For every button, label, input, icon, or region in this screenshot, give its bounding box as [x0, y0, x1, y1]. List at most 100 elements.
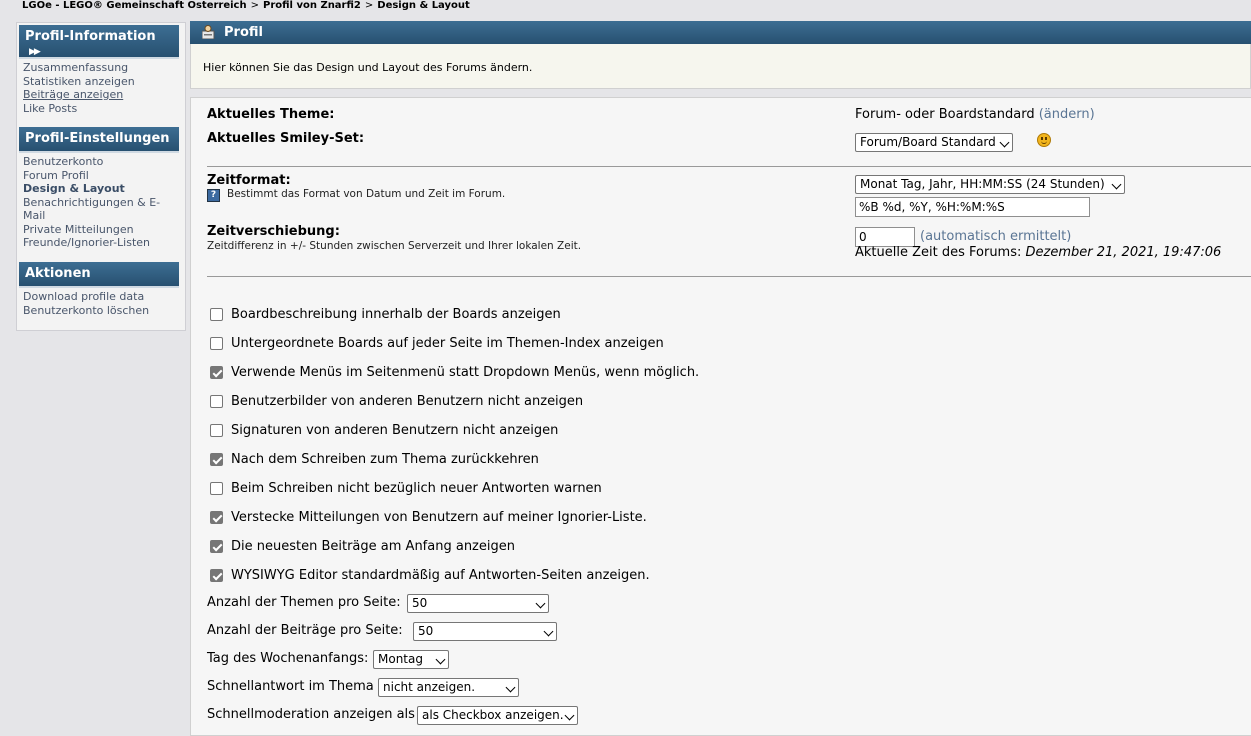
time-offset-input[interactable]: 0	[855, 227, 915, 247]
checkbox-label: Untergeordnete Boards auf jeder Seite im…	[231, 336, 664, 351]
option-label: Schnellmoderation anzeigen als	[207, 707, 415, 722]
chevron-down-icon	[505, 682, 516, 693]
checkbox-label: WYSIWYG Editor standardmäßig auf Antwort…	[231, 568, 650, 583]
checkbox-label: Verwende Menüs im Seitenmenü statt Dropd…	[231, 365, 700, 380]
double-arrow-icon[interactable]: ▶▶	[29, 47, 41, 57]
checkbox-label: Verstecke Mitteilungen von Benutzern auf…	[231, 510, 647, 525]
help-icon[interactable]: ?	[207, 189, 220, 202]
checkbox-label: Nach dem Schreiben zum Thema zurückkehre…	[231, 452, 539, 467]
sidebar-item-show-posts[interactable]: Beiträge anzeigen	[23, 88, 135, 102]
sidebar-item-design-layout[interactable]: Design & Layout	[23, 182, 160, 196]
sidebar-section-title: Profil-Einstellungen	[25, 131, 170, 146]
panel-description: Hier können Sie das Design und Layout de…	[190, 44, 1251, 89]
checkbox-label: Signaturen von anderen Benutzern nicht a…	[231, 423, 559, 438]
panel-title: Profil	[224, 25, 263, 40]
sidebar-item-private-messages[interactable]: Private Mitteilungen	[23, 223, 160, 237]
sidebar-list-profile-settings: Benutzerkonto Forum Profil Design & Layo…	[23, 155, 160, 250]
chevron-down-icon	[1111, 179, 1122, 190]
time-format-label: Zeitformat:	[207, 173, 291, 188]
change-theme-link[interactable]: (ändern)	[1039, 107, 1095, 122]
checkbox[interactable]	[210, 424, 223, 437]
theme-label: Aktuelles Theme:	[207, 107, 335, 122]
breadcrumb-profile[interactable]: Profil von Znarfi2	[263, 0, 361, 11]
smiley-icon	[1037, 133, 1051, 147]
sidebar-item-download-profile[interactable]: Download profile data	[23, 290, 149, 304]
checkbox-label: Boardbeschreibung innerhalb der Boards a…	[231, 307, 561, 322]
checkbox-label: Die neuesten Beiträge am Anfang anzeigen	[231, 539, 515, 554]
chevron-down-icon	[999, 137, 1010, 148]
sidebar-list-profile-information: Zusammenfassung Statistiken anzeigen Bei…	[23, 61, 135, 115]
checkbox[interactable]	[210, 540, 223, 553]
sidebar-item-forum-profile[interactable]: Forum Profil	[23, 169, 160, 183]
chevron-down-icon	[543, 626, 554, 637]
option-row: Schnellmoderation anzeigen als als Checkb…	[207, 706, 578, 725]
option-select[interactable]: als Checkbox anzeigen.	[417, 706, 578, 725]
option-selected: nicht anzeigen.	[383, 680, 476, 694]
current-forum-time: Aktuelle Zeit des Forums: Dezember 21, 2…	[855, 245, 1221, 260]
option-select[interactable]: nicht anzeigen.	[378, 678, 519, 697]
checkbox[interactable]	[210, 453, 223, 466]
option-select[interactable]: 50	[413, 622, 557, 641]
time-format-input-value: %B %d, %Y, %H:%M:%S	[859, 200, 1005, 214]
profile-sidebar: Profil-Information ▶▶ Zusammenfassung St…	[16, 22, 186, 331]
time-format-select[interactable]: Monat Tag, Jahr, HH:MM:SS (24 Stunden)	[855, 175, 1125, 194]
sidebar-section-profile-information: Profil-Information ▶▶	[19, 25, 179, 59]
checkbox-label: Beim Schreiben nicht bezüglich neuer Ant…	[231, 481, 602, 496]
settings-form: Aktuelles Theme: Forum- oder Boardstanda…	[190, 97, 1251, 736]
option-label: Tag des Wochenanfangs:	[207, 651, 369, 666]
checkbox[interactable]	[210, 482, 223, 495]
option-selected: 50	[418, 624, 434, 638]
profile-icon	[202, 25, 215, 39]
checkbox[interactable]	[210, 569, 223, 582]
divider	[207, 276, 1251, 277]
current-forum-time-value: Dezember 21, 2021, 19:47:06	[1025, 245, 1222, 260]
time-offset-label: Zeitverschiebung:	[207, 224, 340, 239]
option-selected: als Checkbox anzeigen.	[422, 708, 564, 722]
theme-value-text: Forum- oder Boardstandard	[855, 107, 1035, 122]
sidebar-item-statistics[interactable]: Statistiken anzeigen	[23, 75, 135, 89]
breadcrumb-forum[interactable]: LGOe - LEGO® Gemeinschaft Österreich	[22, 0, 247, 11]
sidebar-item-buddy-ignore-lists[interactable]: Freunde/Ignorier-Listen	[23, 236, 160, 250]
smiley-set-label: Aktuelles Smiley-Set:	[207, 131, 365, 146]
smiley-set-select[interactable]: Forum/Board Standard	[855, 133, 1013, 152]
sidebar-item-like-posts[interactable]: Like Posts	[23, 102, 135, 116]
option-select[interactable]: Montag	[373, 650, 449, 669]
auto-detect-link[interactable]: (automatisch ermittelt)	[920, 229, 1071, 244]
panel-description-text: Hier können Sie das Design und Layout de…	[203, 61, 533, 74]
option-select[interactable]: 50	[407, 594, 549, 613]
sidebar-item-delete-account[interactable]: Benutzerkonto löschen	[23, 304, 149, 318]
sidebar-section-title: Aktionen	[25, 266, 91, 281]
checkbox-label: Benutzerbilder von anderen Benutzern nic…	[231, 394, 584, 409]
theme-value: Forum- oder Boardstandard (ändern)	[855, 107, 1095, 122]
checkbox[interactable]	[210, 366, 223, 379]
breadcrumb-current[interactable]: Design & Layout	[377, 0, 470, 11]
sidebar-list-actions: Download profile data Benutzerkonto lösc…	[23, 290, 149, 317]
sidebar-item-notifications-cont[interactable]: Mail	[23, 209, 160, 223]
option-row: Anzahl der Themen pro Seite: 50	[207, 594, 549, 613]
time-format-input[interactable]: %B %d, %Y, %H:%M:%S	[855, 197, 1090, 217]
sidebar-item-summary[interactable]: Zusammenfassung	[23, 61, 135, 75]
sidebar-item-notifications[interactable]: Benachrichtigungen & E-	[23, 196, 160, 210]
time-format-selected: Monat Tag, Jahr, HH:MM:SS (24 Stunden)	[860, 177, 1105, 191]
smiley-set-selected: Forum/Board Standard	[860, 135, 996, 149]
sidebar-section-profile-settings: Profil-Einstellungen	[19, 127, 179, 153]
option-label: Schnellantwort im Thema	[207, 679, 374, 694]
option-row: Anzahl der Beiträge pro Seite: 50	[207, 622, 557, 641]
sidebar-section-title: Profil-Information	[25, 29, 156, 44]
time-offset-help: Zeitdifferenz in +/- Stunden zwischen Se…	[207, 240, 582, 252]
breadcrumb: LGOe - LEGO® Gemeinschaft Österreich > Pro…	[22, 0, 470, 11]
option-selected: 50	[412, 596, 428, 610]
chevron-down-icon	[564, 710, 575, 721]
checkbox[interactable]	[210, 308, 223, 321]
checkbox[interactable]	[210, 511, 223, 524]
chevron-down-icon	[435, 654, 446, 665]
chevron-down-icon	[535, 598, 546, 609]
time-format-help: Bestimmt das Format von Datum und Zeit i…	[227, 188, 506, 200]
checkbox[interactable]	[210, 395, 223, 408]
panel-header: Profil	[190, 21, 1251, 44]
checkbox[interactable]	[210, 337, 223, 350]
option-selected: Montag	[378, 652, 423, 666]
option-label: Anzahl der Themen pro Seite:	[207, 595, 401, 610]
option-row: Tag des Wochenanfangs: Montag	[207, 650, 449, 669]
sidebar-item-account[interactable]: Benutzerkonto	[23, 155, 160, 169]
